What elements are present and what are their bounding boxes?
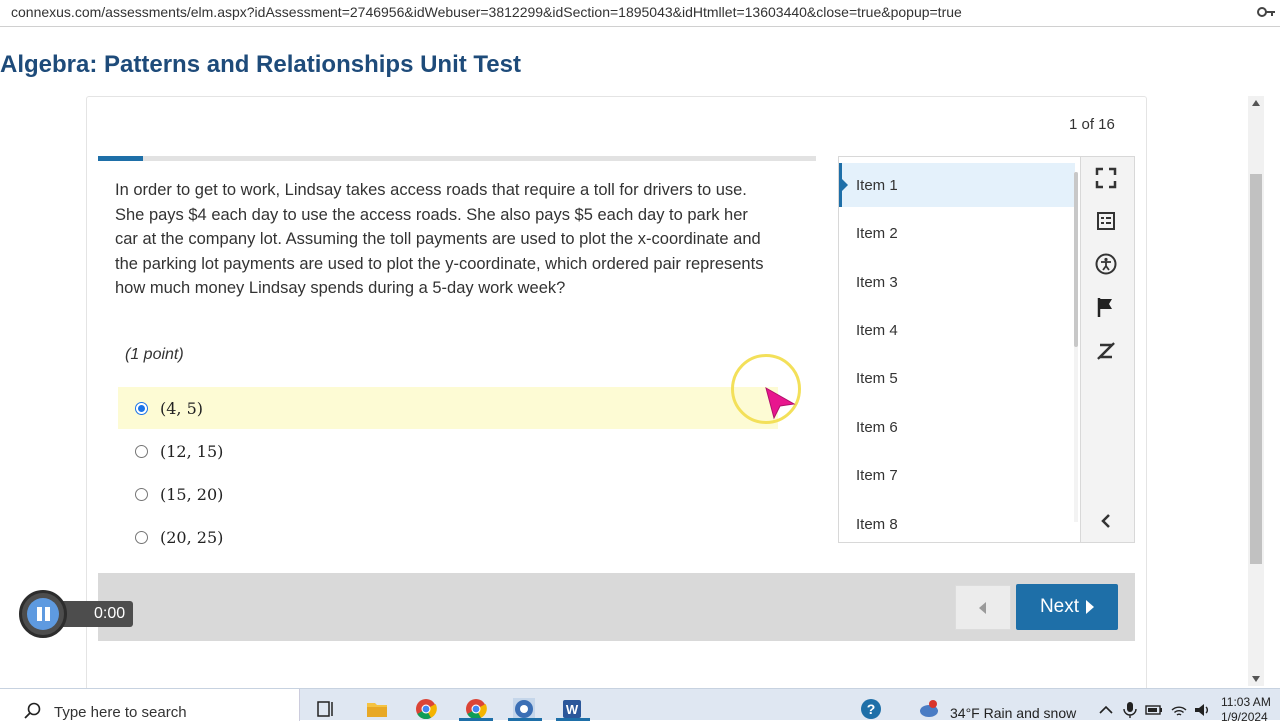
taskbar-search-placeholder: Type here to search bbox=[54, 704, 187, 721]
question-points: (1 point) bbox=[125, 346, 184, 363]
url-text[interactable]: connexus.com/assessments/elm.aspx?idAsse… bbox=[11, 4, 962, 20]
accessibility-icon[interactable] bbox=[1094, 252, 1118, 276]
pause-icon bbox=[27, 598, 59, 630]
taskbar-search-box[interactable]: Type here to search bbox=[0, 689, 300, 721]
item-label: Item 3 bbox=[856, 273, 898, 291]
eliminate-answer-icon[interactable] bbox=[1094, 339, 1118, 363]
answer-option[interactable]: (20, 25) bbox=[118, 516, 778, 558]
task-view-icon[interactable] bbox=[315, 698, 337, 720]
item-label: Item 2 bbox=[856, 224, 898, 242]
chrome-app-icon[interactable] bbox=[513, 698, 535, 720]
answer-label: (20, 25) bbox=[160, 527, 224, 547]
page-scrollbar[interactable] bbox=[1248, 96, 1264, 686]
key-icon[interactable] bbox=[1256, 4, 1276, 20]
item-list-entry[interactable]: Item 4 bbox=[839, 308, 1075, 352]
clock-date: 1/9/2024 bbox=[1221, 710, 1268, 724]
svg-text:W: W bbox=[566, 702, 579, 717]
weather-icon[interactable] bbox=[918, 698, 940, 720]
chrome-profile-icon[interactable] bbox=[465, 698, 487, 720]
progress-bar bbox=[98, 156, 816, 161]
help-icon[interactable]: ? bbox=[860, 698, 882, 720]
radio-button[interactable] bbox=[135, 530, 148, 544]
previous-button[interactable] bbox=[955, 585, 1011, 630]
radio-button[interactable] bbox=[135, 487, 148, 501]
audio-time: 0:00 bbox=[94, 605, 126, 622]
progress-fill bbox=[98, 156, 143, 161]
item-list-entry[interactable]: Item 7 bbox=[839, 453, 1075, 497]
answer-label: (4, 5) bbox=[160, 398, 204, 418]
next-button-label: Next bbox=[1039, 596, 1080, 617]
previous-arrow-icon bbox=[979, 601, 986, 614]
volume-icon[interactable] bbox=[1193, 701, 1211, 719]
page-title: Algebra: Patterns and Relationships Unit… bbox=[0, 51, 521, 78]
question-text: In order to get to work, Lindsay takes a… bbox=[115, 181, 764, 298]
svg-text:?: ? bbox=[867, 701, 876, 717]
pause-button[interactable] bbox=[19, 590, 67, 638]
answer-option[interactable]: (15, 20) bbox=[118, 473, 778, 515]
next-arrow-icon bbox=[1086, 600, 1095, 614]
item-label: Item 4 bbox=[856, 321, 898, 339]
item-label: Item 1 bbox=[856, 176, 898, 194]
item-list-entry[interactable]: Item 1 bbox=[839, 163, 1075, 207]
file-explorer-icon[interactable] bbox=[366, 698, 388, 720]
scroll-down-icon[interactable] bbox=[1252, 676, 1260, 682]
item-list-entry[interactable]: Item 5 bbox=[839, 356, 1075, 400]
item-list-entry[interactable]: Item 8 bbox=[839, 502, 1075, 542]
wifi-icon[interactable] bbox=[1170, 701, 1188, 719]
answer-label: (12, 15) bbox=[160, 441, 224, 461]
clock-time: 11:03 AM bbox=[1221, 695, 1271, 709]
answer-option[interactable]: (12, 15) bbox=[118, 430, 778, 472]
item-list-entry[interactable]: Item 2 bbox=[839, 211, 1075, 255]
question-counter: 1 of 16 bbox=[1069, 116, 1115, 133]
address-bar[interactable]: connexus.com/assessments/elm.aspx?idAsse… bbox=[0, 0, 1280, 27]
answer-option[interactable]: (4, 5) bbox=[118, 387, 778, 429]
reference-sheet-icon[interactable] bbox=[1094, 209, 1118, 233]
item-list-scrollbar[interactable] bbox=[1074, 172, 1078, 522]
item-label: Item 6 bbox=[856, 418, 898, 436]
answer-label: (15, 20) bbox=[160, 484, 224, 504]
page-scroll-thumb[interactable] bbox=[1250, 174, 1262, 564]
search-icon bbox=[24, 702, 41, 719]
item-label: Item 7 bbox=[856, 466, 898, 484]
radio-button[interactable] bbox=[135, 444, 148, 458]
word-icon[interactable]: W bbox=[561, 698, 583, 720]
radio-button[interactable] bbox=[135, 401, 148, 415]
fullscreen-icon[interactable] bbox=[1094, 166, 1118, 190]
cursor-arrow-icon bbox=[765, 386, 796, 420]
show-hidden-icons-icon[interactable] bbox=[1097, 701, 1115, 719]
taskbar: Type here to search W ? 34°F Rain and sn… bbox=[0, 688, 1280, 724]
next-button[interactable]: Next bbox=[1016, 584, 1118, 630]
scroll-up-icon[interactable] bbox=[1252, 100, 1260, 106]
item-list-entry[interactable]: Item 6 bbox=[839, 405, 1075, 449]
microphone-icon[interactable] bbox=[1122, 701, 1138, 719]
weather-text[interactable]: 34°F Rain and snow bbox=[950, 705, 1076, 721]
chrome-icon[interactable] bbox=[415, 698, 437, 720]
item-list-scroll-thumb[interactable] bbox=[1074, 172, 1078, 347]
battery-icon[interactable] bbox=[1145, 701, 1163, 719]
audio-player: 0:00 bbox=[19, 590, 133, 638]
item-label: Item 8 bbox=[856, 515, 898, 533]
collapse-chevron-icon[interactable] bbox=[1094, 509, 1118, 533]
item-list-entry[interactable]: Item 3 bbox=[839, 260, 1075, 304]
item-label: Item 5 bbox=[856, 369, 898, 387]
taskbar-clock[interactable]: 11:03 AM 1/9/2024 bbox=[1221, 695, 1271, 725]
flag-icon[interactable] bbox=[1094, 295, 1118, 319]
item-list-panel: Item 1 Item 2 Item 3 Item 4 Item 5 Item … bbox=[838, 156, 1081, 543]
